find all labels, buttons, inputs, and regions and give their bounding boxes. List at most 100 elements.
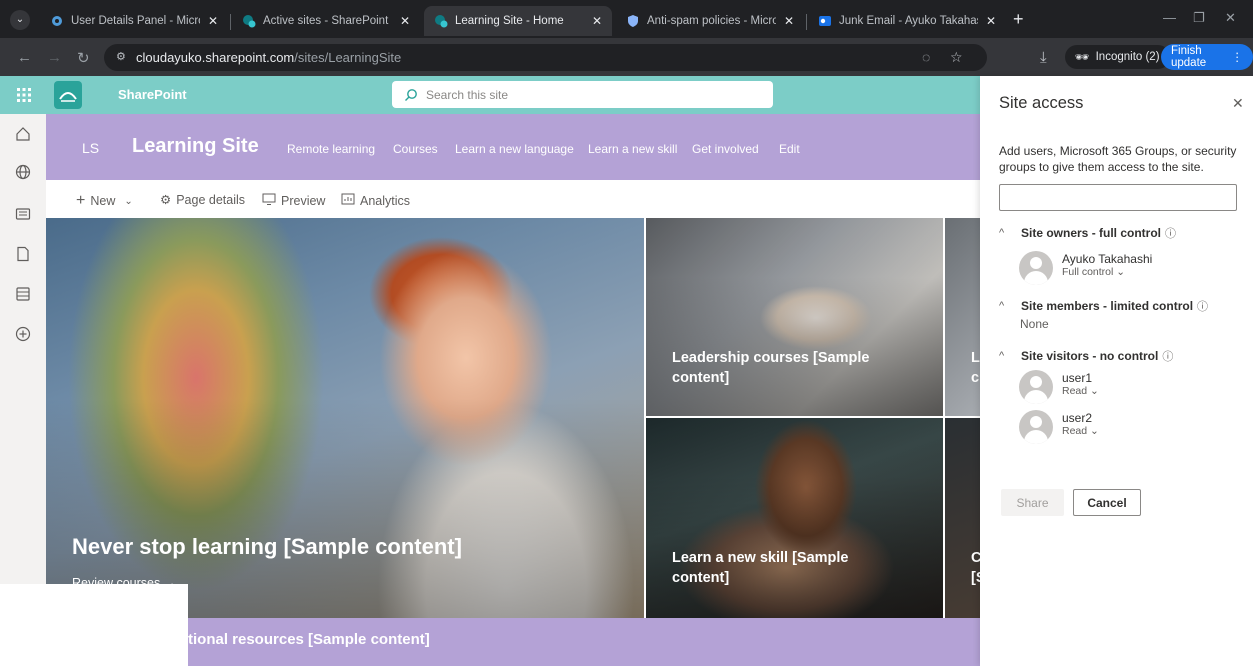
nav-link-remote-learning[interactable]: Remote learning: [287, 142, 375, 156]
browser-tab-learning-site[interactable]: Learning Site - Home ✕: [424, 6, 612, 36]
tile-title: Learn a new skill [Sample content]: [672, 550, 849, 586]
tab-search-button[interactable]: ⌄: [10, 10, 30, 30]
reload-icon[interactable]: ↻: [77, 49, 90, 67]
document-icon[interactable]: [15, 246, 31, 262]
app-launcher-icon[interactable]: [16, 87, 32, 103]
tile-partial-text: C [S: [971, 550, 980, 586]
minimize-icon[interactable]: —: [1163, 10, 1176, 25]
close-window-icon[interactable]: ✕: [1225, 10, 1236, 26]
chevron-down-icon: ⌄: [1090, 385, 1099, 397]
plus-icon: +: [76, 192, 86, 209]
outlook-icon: [818, 14, 832, 28]
chevron-up-icon: ^: [999, 350, 1005, 362]
browser-tab-active-sites[interactable]: Active sites - SharePoint admin ✕: [232, 6, 420, 36]
group-title: Site owners - full control: [1021, 226, 1162, 240]
info-icon[interactable]: ⓘ: [1197, 298, 1208, 314]
close-icon[interactable]: ✕: [208, 14, 218, 28]
permission-label: Read: [1062, 425, 1088, 437]
site-header: LS Learning Site Remote learning Courses…: [46, 114, 980, 180]
share-button[interactable]: Share: [1001, 489, 1064, 516]
hero-tile-partial-1[interactable]: L c: [945, 218, 980, 416]
tile-partial-text: L c: [971, 350, 980, 386]
nav-link-learn-language[interactable]: Learn a new language: [455, 142, 574, 156]
nav-link-get-involved[interactable]: Get involved: [692, 142, 759, 156]
tab-title: Learning Site - Home: [455, 15, 564, 27]
page-details-button[interactable]: ⚙ Page details: [160, 192, 246, 208]
permission-dropdown[interactable]: Read ⌄: [1062, 425, 1099, 438]
preview-button[interactable]: Preview: [262, 192, 325, 209]
shield-icon: [626, 14, 640, 28]
site-search-box[interactable]: [392, 81, 773, 108]
site-info-icon[interactable]: ⚙: [116, 50, 130, 64]
restore-icon[interactable]: ❐: [1193, 10, 1205, 26]
person-name: user2: [1062, 411, 1093, 425]
new-tab-button[interactable]: +: [1013, 9, 1024, 30]
browser-tab-user-details[interactable]: User Details Panel - Microsoft 3 ✕: [40, 6, 228, 36]
home-icon[interactable]: [15, 126, 31, 142]
browser-tab-anti-spam[interactable]: Anti-spam policies - Microsoft ✕: [616, 6, 804, 36]
analytics-icon: [341, 192, 355, 209]
site-logo-initials[interactable]: LS: [82, 140, 99, 156]
hero-tile-leadership[interactable]: Leadership courses [Sample content]: [646, 218, 943, 416]
incognito-icon: 🕶: [1075, 52, 1090, 64]
nav-link-edit[interactable]: Edit: [779, 142, 800, 156]
tab-title: User Details Panel - Microsoft 3: [71, 15, 200, 27]
permission-dropdown[interactable]: Read ⌄: [1062, 385, 1099, 398]
group-header-visitors[interactable]: ^ Site visitors - no control ⓘ: [999, 348, 1173, 364]
info-icon[interactable]: ⓘ: [1162, 348, 1173, 364]
close-icon[interactable]: ✕: [400, 14, 410, 28]
new-button[interactable]: + New ⌄: [76, 192, 133, 210]
site-access-panel: Site access ✕ Add users, Microsoft 365 G…: [980, 76, 1253, 666]
gear-icon: ⚙: [160, 193, 172, 207]
globe-icon[interactable]: [15, 164, 31, 180]
eye-off-icon[interactable]: ◌: [922, 49, 930, 65]
group-title: Site members - limited control: [1021, 299, 1194, 313]
hero-tile-partial-2[interactable]: C [S: [945, 418, 980, 618]
cancel-button[interactable]: Cancel: [1073, 489, 1141, 516]
address-bar[interactable]: ⚙ cloudayuko.sharepoint.com/sites/Learni…: [104, 44, 987, 71]
list-icon[interactable]: [15, 286, 31, 302]
news-icon[interactable]: [15, 206, 31, 222]
chevron-down-icon: ⌄: [124, 195, 133, 207]
command-bar: + New ⌄ ⚙ Page details Preview Analytics: [46, 180, 980, 218]
permission-label: Read: [1062, 385, 1088, 397]
close-icon[interactable]: ✕: [1232, 95, 1244, 112]
nav-link-courses[interactable]: Courses: [393, 142, 438, 156]
hero-tile-new-skill[interactable]: Learn a new skill [Sample content]: [646, 418, 943, 618]
panel-title: Site access: [999, 94, 1084, 112]
org-logo-icon[interactable]: [54, 81, 82, 109]
star-icon[interactable]: ☆: [950, 49, 963, 66]
avatar: [1019, 251, 1053, 285]
hero-main-tile[interactable]: Never stop learning [Sample content] Rev…: [46, 218, 644, 618]
person-user2: user2 Read ⌄: [1019, 410, 1099, 444]
close-icon[interactable]: ✕: [986, 14, 996, 28]
forward-arrow-icon[interactable]: →: [47, 49, 62, 66]
person-name: Ayuko Takahashi: [1062, 252, 1153, 266]
analytics-button[interactable]: Analytics: [341, 192, 410, 209]
add-circle-icon[interactable]: [15, 326, 31, 342]
page-details-label: Page details: [176, 192, 246, 207]
permission-dropdown[interactable]: Full control ⌄: [1062, 266, 1152, 279]
finish-update-button[interactable]: Finish update ⋮: [1161, 44, 1253, 70]
group-header-owners[interactable]: ^ Site owners - full control ⓘ: [999, 225, 1176, 241]
tab-title: Active sites - SharePoint admin: [263, 15, 392, 27]
back-arrow-icon[interactable]: ←: [17, 49, 32, 66]
close-icon[interactable]: ✕: [784, 14, 794, 28]
panel-description: Add users, Microsoft 365 Groups, or secu…: [999, 144, 1237, 174]
incognito-badge[interactable]: 🕶 Incognito (2): [1065, 45, 1170, 69]
person-ayuko-takahashi: Ayuko Takahashi Full control ⌄: [1019, 251, 1152, 285]
site-title[interactable]: Learning Site: [132, 135, 259, 158]
download-icon[interactable]: ⤓: [1040, 49, 1047, 66]
group-header-members[interactable]: ^ Site members - limited control ⓘ: [999, 298, 1208, 314]
nav-link-learn-skill[interactable]: Learn a new skill: [588, 142, 677, 156]
new-label: New: [90, 194, 116, 208]
info-icon[interactable]: ⓘ: [1165, 225, 1176, 241]
browser-tab-junk-email[interactable]: Junk Email - Ayuko Takahashi - ✕: [808, 6, 1006, 36]
incognito-label: Incognito (2): [1095, 51, 1160, 63]
finish-update-label: Finish update: [1171, 45, 1207, 69]
url-text: cloudayuko.sharepoint.com/sites/Learning…: [136, 50, 401, 65]
search-input[interactable]: [426, 87, 746, 102]
app-name[interactable]: SharePoint: [118, 87, 187, 102]
close-icon[interactable]: ✕: [592, 14, 602, 28]
add-users-input[interactable]: [999, 184, 1237, 211]
